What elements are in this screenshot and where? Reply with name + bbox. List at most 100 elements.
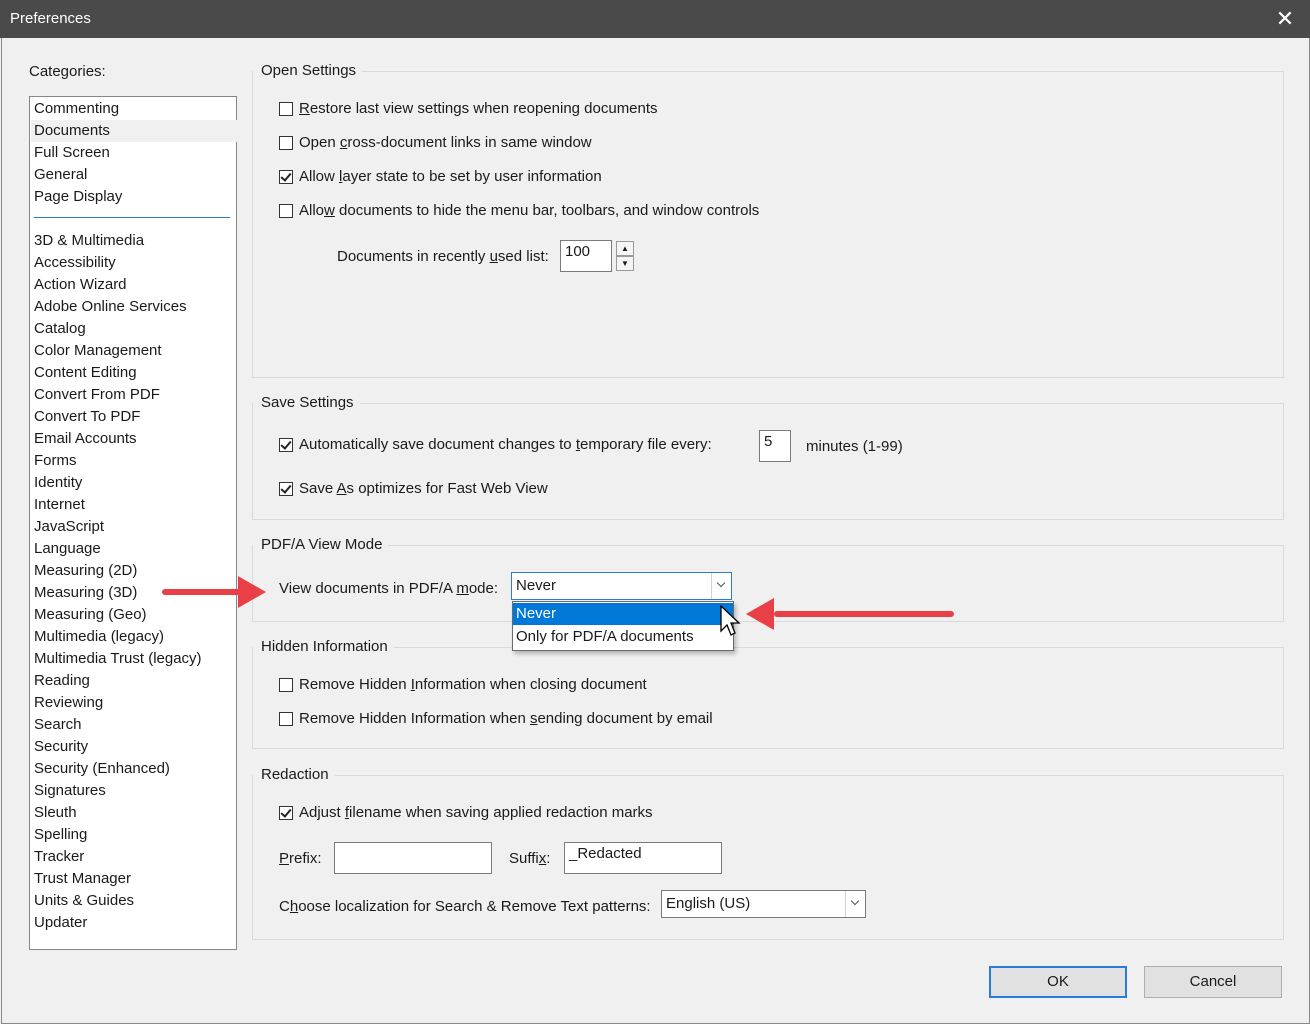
layer-state-box[interactable] — [279, 169, 293, 184]
save-settings-title: Save Settings — [253, 394, 360, 411]
pdfa-mode-dropdown[interactable]: Never Only for PDF/A documents — [512, 601, 734, 651]
adjust-filename-box[interactable] — [279, 805, 293, 820]
category-item[interactable]: Full Screen — [34, 142, 110, 164]
category-item[interactable]: Color Management — [34, 340, 162, 362]
remove-hidden-email-checkbox[interactable]: Remove Hidden Information when sending d… — [279, 710, 713, 727]
category-item[interactable]: Units & Guides — [34, 890, 134, 912]
window-title: Preferences — [10, 10, 91, 27]
pdfa-mode-label: View documents in PDF/A mode: — [279, 580, 499, 597]
chevron-down-icon[interactable] — [845, 891, 865, 917]
cancel-button[interactable]: Cancel — [1144, 966, 1282, 998]
localization-value: English (US) — [666, 895, 751, 912]
fast-web-view-box[interactable] — [279, 481, 293, 496]
mouse-cursor-icon — [720, 605, 741, 636]
category-item[interactable]: JavaScript — [34, 516, 104, 538]
category-item[interactable]: Measuring (2D) — [34, 560, 137, 582]
open-settings-title: Open Settings — [253, 62, 363, 79]
category-item[interactable]: Forms — [34, 450, 77, 472]
category-item[interactable]: Reading — [34, 670, 90, 692]
restore-view-label: Restore last view settings when reopenin… — [299, 100, 658, 117]
fast-web-view-checkbox[interactable]: Save As optimizes for Fast Web View — [279, 480, 548, 497]
category-item[interactable]: Action Wizard — [34, 274, 127, 296]
dropdown-option-never[interactable]: Never — [513, 603, 733, 625]
pdfa-mode-select[interactable]: Never — [511, 572, 732, 600]
category-item[interactable]: Search — [34, 714, 82, 736]
hide-menu-checkbox[interactable]: Allow documents to hide the menu bar, to… — [279, 202, 759, 219]
remove-hidden-email-box[interactable] — [279, 711, 293, 726]
restore-view-checkbox[interactable]: Restore last view settings when reopenin… — [279, 100, 658, 117]
hide-menu-box[interactable] — [279, 203, 293, 218]
hidden-info-title: Hidden Information — [253, 638, 394, 655]
annotation-arrow-right-icon — [162, 576, 266, 608]
category-item[interactable]: Commenting — [34, 98, 119, 120]
layer-state-label: Allow layer state to be set by user info… — [299, 168, 602, 185]
categories-separator — [34, 217, 230, 218]
category-item[interactable]: Catalog — [34, 318, 86, 340]
localization-label: Choose localization for Search & Remove … — [279, 898, 651, 915]
category-item[interactable]: General — [34, 164, 87, 186]
category-item[interactable]: Signatures — [34, 780, 106, 802]
category-item[interactable]: Adobe Online Services — [34, 296, 187, 318]
cross-doc-links-label: Open cross-document links in same window — [299, 134, 592, 151]
stepper-up-icon[interactable]: ▲ — [616, 241, 634, 256]
category-item[interactable]: Convert To PDF — [34, 406, 140, 428]
category-item[interactable]: Content Editing — [34, 362, 137, 384]
title-bar: Preferences ✕ — [0, 0, 1310, 38]
open-settings-group — [252, 71, 1284, 378]
category-item[interactable]: Internet — [34, 494, 85, 516]
category-item[interactable]: Documents — [31, 120, 238, 142]
fast-web-view-label: Save As optimizes for Fast Web View — [299, 480, 548, 497]
category-item[interactable]: Security — [34, 736, 88, 758]
remove-hidden-closing-box[interactable] — [279, 677, 293, 692]
prefix-label: Prefix: — [279, 850, 322, 867]
suffix-input[interactable]: _Redacted — [564, 842, 722, 874]
category-item[interactable]: Multimedia Trust (legacy) — [34, 648, 202, 670]
category-item[interactable]: Updater — [34, 912, 87, 934]
category-item[interactable]: Measuring (Geo) — [34, 604, 147, 626]
stepper-down-icon[interactable]: ▼ — [616, 256, 634, 271]
category-item[interactable]: Tracker — [34, 846, 84, 868]
category-item[interactable]: Convert From PDF — [34, 384, 160, 406]
ok-button[interactable]: OK — [989, 966, 1127, 998]
hidden-info-group — [252, 647, 1284, 749]
layer-state-checkbox[interactable]: Allow layer state to be set by user info… — [279, 168, 602, 185]
category-item[interactable]: Identity — [34, 472, 82, 494]
remove-hidden-email-label: Remove Hidden Information when sending d… — [299, 710, 713, 727]
recent-docs-input[interactable]: 100 — [560, 240, 612, 272]
categories-list[interactable]: Commenting Documents Full Screen General Pag… — [29, 96, 238, 950]
restore-view-box[interactable] — [279, 101, 293, 116]
pdfa-mode-value: Never — [516, 577, 557, 594]
localization-select[interactable]: English (US) — [661, 890, 866, 918]
pdfa-title: PDF/A View Mode — [253, 536, 389, 553]
autosave-label: Automatically save document changes to t… — [299, 436, 712, 453]
category-item[interactable]: Sleuth — [34, 802, 77, 824]
category-item[interactable]: Email Accounts — [34, 428, 137, 450]
category-item[interactable]: Measuring (3D) — [34, 582, 137, 604]
autosave-minutes-input[interactable]: 5 — [759, 430, 791, 462]
category-item[interactable]: Accessibility — [34, 252, 116, 274]
category-item[interactable]: Spelling — [34, 824, 87, 846]
category-item[interactable]: Trust Manager — [34, 868, 131, 890]
redaction-title: Redaction — [253, 766, 335, 783]
category-item[interactable]: Multimedia (legacy) — [34, 626, 164, 648]
cross-doc-links-box[interactable] — [279, 135, 293, 150]
cross-doc-links-checkbox[interactable]: Open cross-document links in same window — [279, 134, 592, 151]
autosave-unit-label: minutes (1-99) — [806, 438, 903, 455]
category-item[interactable]: 3D & Multimedia — [34, 230, 144, 252]
chevron-down-icon[interactable] — [711, 573, 731, 599]
autosave-box[interactable] — [279, 437, 293, 452]
dropdown-option-only-pdfa[interactable]: Only for PDF/A documents — [513, 626, 733, 648]
category-item[interactable]: Security (Enhanced) — [34, 758, 170, 780]
dialog-body: Categories: Commenting Documents Full Scre… — [1, 38, 1310, 1024]
remove-hidden-closing-checkbox[interactable]: Remove Hidden Information when closing d… — [279, 676, 647, 693]
category-item[interactable]: Language — [34, 538, 101, 560]
prefix-input[interactable] — [334, 842, 492, 874]
category-item[interactable]: Page Display — [34, 186, 122, 208]
recent-docs-stepper[interactable]: ▲ ▼ — [616, 241, 634, 271]
adjust-filename-label: Adjust filename when saving applied reda… — [299, 804, 653, 821]
category-item[interactable]: Reviewing — [34, 692, 103, 714]
adjust-filename-checkbox[interactable]: Adjust filename when saving applied reda… — [279, 804, 653, 821]
close-icon[interactable]: ✕ — [1272, 6, 1298, 32]
autosave-checkbox[interactable]: Automatically save document changes to t… — [279, 436, 712, 453]
remove-hidden-closing-label: Remove Hidden Information when closing d… — [299, 676, 647, 693]
